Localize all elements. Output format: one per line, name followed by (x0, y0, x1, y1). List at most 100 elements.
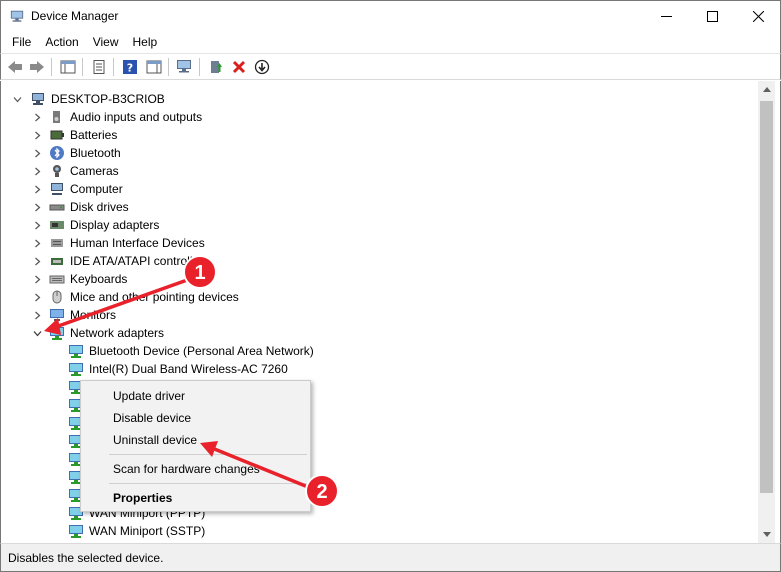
action-pane-button[interactable] (144, 58, 164, 76)
expand-chevron-icon[interactable] (31, 270, 43, 288)
battery-icon (50, 130, 64, 140)
menu-help[interactable]: Help (126, 35, 165, 49)
menu-file[interactable]: File (5, 35, 38, 49)
tree-root-label: DESKTOP-B3CRIOB (51, 92, 165, 106)
back-button[interactable] (5, 58, 25, 76)
computer-icon (32, 93, 44, 105)
scroll-up-arrow-icon[interactable] (758, 81, 775, 98)
expand-chevron-icon[interactable] (31, 306, 43, 324)
ide-controller-icon (51, 258, 63, 265)
tree-category-label: Disk drives (70, 200, 129, 214)
help-button[interactable]: ? (120, 58, 140, 76)
context-update-driver[interactable]: Update driver (113, 389, 185, 403)
network-adapter-icon (69, 363, 83, 376)
enable-device-icon (211, 61, 222, 73)
expand-chevron-icon[interactable] (31, 162, 43, 180)
scrollbar-thumb[interactable] (760, 101, 773, 493)
uninstall-device-icon (232, 60, 246, 74)
close-icon (752, 11, 764, 22)
properties-button[interactable] (89, 58, 109, 76)
toolbar-separator (51, 58, 52, 76)
monitor-icon (50, 309, 64, 321)
vertical-scrollbar[interactable] (758, 81, 775, 543)
uninstall-device-button[interactable] (229, 58, 249, 76)
forward-arrow-icon (30, 61, 44, 73)
keyboard-icon (49, 275, 65, 284)
status-text: Disables the selected device. (8, 551, 164, 565)
tree-category-label: Human Interface Devices (70, 236, 205, 250)
network-adapter-label: Intel(R) Dual Band Wireless-AC 7260 (89, 362, 288, 376)
context-uninstall-device[interactable]: Uninstall device (113, 433, 197, 447)
context-separator (109, 454, 307, 455)
tree-category-label: Cameras (70, 164, 119, 178)
expand-chevron-icon[interactable] (31, 144, 43, 162)
tree-category-label: Audio inputs and outputs (70, 110, 203, 124)
toolbar-separator (168, 58, 169, 76)
disk-drive-icon (49, 204, 65, 211)
back-arrow-icon (8, 61, 22, 73)
expand-chevron-icon[interactable] (31, 108, 43, 126)
computer-icon (51, 183, 63, 195)
close-button[interactable] (735, 1, 781, 32)
network-adapter-label: WAN Miniport (SSTP) (89, 524, 206, 538)
scan-hardware-icon (177, 60, 191, 73)
mouse-icon (52, 290, 62, 304)
hid-icon (51, 239, 63, 247)
minimize-icon (660, 16, 672, 17)
expand-chevron-icon[interactable] (31, 288, 43, 306)
context-disable-device[interactable]: Disable device (113, 411, 191, 425)
status-bar: Disables the selected device. (0, 543, 781, 572)
collapse-chevron-icon[interactable] (31, 324, 43, 342)
properties-icon (93, 60, 105, 74)
tree-category-label: Keyboards (70, 272, 128, 286)
menu-bar: File Action View Help (0, 31, 781, 53)
audio-speaker-icon (53, 111, 60, 123)
network-adapter-label: Bluetooth Device (Personal Area Network) (89, 344, 314, 358)
window-title: Device Manager (31, 9, 119, 23)
collapse-chevron-icon[interactable] (11, 90, 23, 108)
expand-chevron-icon[interactable] (31, 198, 43, 216)
tree-category-label: IDE ATA/ATAPI controll (70, 254, 193, 268)
toolbar-separator (199, 58, 200, 76)
action-pane-icon (146, 60, 162, 74)
tree-category-label: Batteries (70, 128, 118, 142)
expand-chevron-icon[interactable] (31, 234, 43, 252)
update-driver-icon (254, 59, 270, 75)
tree-category-label: Bluetooth (70, 146, 121, 160)
show-hide-console-tree-icon (60, 60, 76, 74)
context-separator (109, 483, 307, 484)
help-icon: ? (123, 60, 137, 75)
tree-category-label: Network adapters (70, 326, 165, 340)
context-properties[interactable]: Properties (113, 491, 172, 505)
minimize-button[interactable] (643, 1, 689, 32)
toolbar-separator (82, 58, 83, 76)
tree-category-label: Computer (70, 182, 123, 196)
title-bar: Device Manager (0, 0, 781, 31)
toolbar-separator (113, 58, 114, 76)
menu-action[interactable]: Action (38, 35, 85, 49)
expand-chevron-icon[interactable] (31, 252, 43, 270)
update-driver-button[interactable] (252, 58, 272, 76)
scan-hardware-button[interactable] (175, 58, 195, 76)
context-menu: Update driver Disable device Uninstall d… (80, 380, 311, 512)
tree-category-label: Mice and other pointing devices (70, 290, 239, 304)
maximize-icon (706, 11, 718, 22)
display-adapter-icon (50, 221, 64, 229)
toolbar: ? (0, 53, 781, 80)
network-adapter-icon (69, 345, 83, 358)
expand-chevron-icon[interactable] (31, 216, 43, 234)
menu-view[interactable]: View (86, 35, 126, 49)
tree-category-label: Display adapters (70, 218, 160, 232)
enable-device-button[interactable] (206, 58, 226, 76)
bluetooth-icon (50, 146, 64, 160)
forward-button[interactable] (27, 58, 47, 76)
show-hide-console-tree-button[interactable] (58, 58, 78, 76)
context-scan-hardware[interactable]: Scan for hardware changes (113, 462, 260, 476)
expand-chevron-icon[interactable] (31, 180, 43, 198)
maximize-button[interactable] (689, 1, 735, 32)
network-adapter-icon (50, 327, 64, 340)
scroll-down-arrow-icon[interactable] (758, 526, 775, 543)
device-manager-app-icon (10, 10, 24, 22)
expand-chevron-icon[interactable] (31, 126, 43, 144)
camera-icon (53, 165, 61, 177)
